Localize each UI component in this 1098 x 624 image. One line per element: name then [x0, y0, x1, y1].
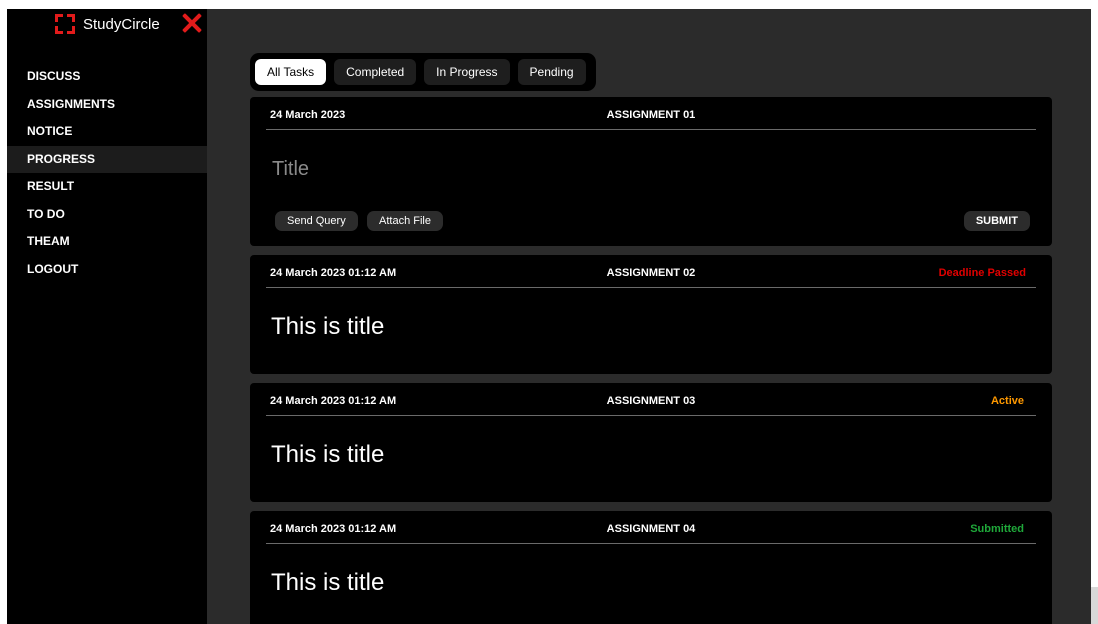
assignment-title: This is title — [271, 313, 385, 340]
task-filter-tabs: All Tasks Completed In Progress Pending — [250, 53, 596, 91]
submit-button[interactable]: SUBMIT — [963, 211, 1030, 231]
close-icon[interactable] — [181, 12, 203, 34]
assignment-card: 24 March 2023 01:12 AM ASSIGNMENT 03 Act… — [250, 383, 1052, 502]
sidebar-item-progress[interactable]: PROGRESS — [7, 145, 207, 173]
assignment-card: 24 March 2023 01:12 AM ASSIGNMENT 02 Dea… — [250, 255, 1052, 374]
assignment-title-input[interactable] — [270, 157, 574, 182]
sidebar-item-notice[interactable]: NOTICE — [7, 118, 207, 146]
studycircle-logo-icon — [55, 14, 75, 34]
assignment-card: 24 March 2023 01:12 AM ASSIGNMENT 04 Sub… — [250, 511, 1052, 624]
assignment-card-header: 24 March 2023 01:12 AM ASSIGNMENT 02 Dea… — [266, 255, 1036, 288]
assignment-card-header: 24 March 2023 ASSIGNMENT 01 — [266, 97, 1036, 130]
assignment-card-header: 24 March 2023 01:12 AM ASSIGNMENT 04 Sub… — [266, 511, 1036, 544]
assignment-card: 24 March 2023 ASSIGNMENT 01 Send Query A… — [250, 97, 1052, 246]
tab-completed[interactable]: Completed — [334, 59, 417, 85]
brand[interactable]: StudyCircle — [55, 13, 160, 35]
tab-in-progress[interactable]: In Progress — [424, 59, 510, 85]
assignment-name: ASSIGNMENT 01 — [606, 109, 696, 121]
sidebar-item-assignments[interactable]: ASSIGNMENTS — [7, 91, 207, 119]
sidebar: StudyCircle DISCUSS ASSIGNMENTS NOTICE P… — [7, 9, 207, 624]
page-scrollbar[interactable] — [1091, 587, 1098, 624]
sidebar-item-result[interactable]: RESULT — [7, 173, 207, 201]
sidebar-item-discuss[interactable]: DISCUSS — [7, 63, 207, 91]
assignment-card-header: 24 March 2023 01:12 AM ASSIGNMENT 03 Act… — [266, 383, 1036, 416]
assignment-title: This is title — [271, 569, 385, 596]
assignment-name: ASSIGNMENT 03 — [606, 395, 696, 407]
assignment-name: ASSIGNMENT 04 — [606, 523, 696, 535]
sidebar-item-theam[interactable]: THEAM — [7, 228, 207, 256]
assignment-name: ASSIGNMENT 02 — [606, 267, 696, 279]
status-badge: Active — [990, 395, 1024, 407]
assignment-title: This is title — [271, 441, 385, 468]
status-badge: Deadline Passed — [938, 267, 1026, 279]
app-window: StudyCircle DISCUSS ASSIGNMENTS NOTICE P… — [7, 9, 1091, 624]
sidebar-item-todo[interactable]: TO DO — [7, 201, 207, 229]
tab-all-tasks[interactable]: All Tasks — [255, 59, 327, 85]
tab-pending[interactable]: Pending — [517, 59, 586, 85]
attach-file-button[interactable]: Attach File — [367, 211, 443, 231]
send-query-button[interactable]: Send Query — [275, 211, 358, 231]
sidebar-nav: DISCUSS ASSIGNMENTS NOTICE PROGRESS RESU… — [7, 63, 207, 283]
brand-name: StudyCircle — [83, 15, 160, 33]
status-badge: Submitted — [970, 523, 1024, 535]
sidebar-item-logout[interactable]: LOGOUT — [7, 256, 207, 284]
